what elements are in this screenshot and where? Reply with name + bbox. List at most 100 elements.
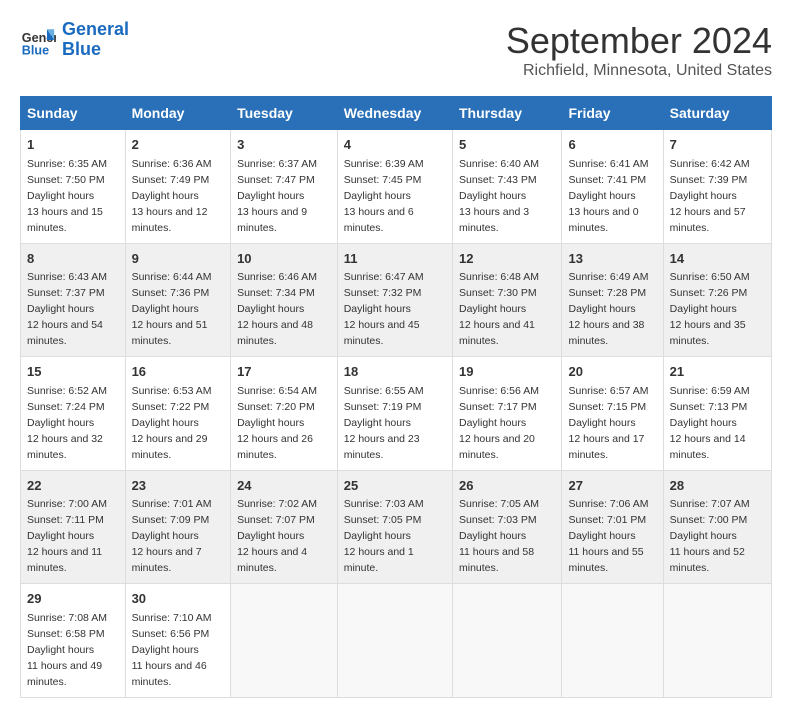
day-detail: Sunrise: 6:43 AMSunset: 7:37 PMDaylight … [27, 271, 107, 347]
day-number: 28 [670, 477, 765, 496]
header-wednesday: Wednesday [337, 97, 452, 130]
day-cell: 18 Sunrise: 6:55 AMSunset: 7:19 PMDaylig… [337, 357, 452, 471]
day-detail: Sunrise: 6:40 AMSunset: 7:43 PMDaylight … [459, 158, 539, 234]
day-detail: Sunrise: 6:41 AMSunset: 7:41 PMDaylight … [568, 158, 648, 234]
svg-text:Blue: Blue [22, 43, 49, 57]
day-number: 2 [132, 136, 225, 155]
week-row-4: 22 Sunrise: 7:00 AMSunset: 7:11 PMDaylig… [21, 470, 772, 584]
day-number: 6 [568, 136, 656, 155]
day-detail: Sunrise: 7:05 AMSunset: 7:03 PMDaylight … [459, 498, 539, 574]
day-cell: 25 Sunrise: 7:03 AMSunset: 7:05 PMDaylig… [337, 470, 452, 584]
day-detail: Sunrise: 7:02 AMSunset: 7:07 PMDaylight … [237, 498, 317, 574]
day-number: 27 [568, 477, 656, 496]
day-cell: 2 Sunrise: 6:36 AMSunset: 7:49 PMDayligh… [125, 130, 231, 244]
week-row-2: 8 Sunrise: 6:43 AMSunset: 7:37 PMDayligh… [21, 243, 772, 357]
day-number: 1 [27, 136, 119, 155]
day-cell: 16 Sunrise: 6:53 AMSunset: 7:22 PMDaylig… [125, 357, 231, 471]
day-number: 4 [344, 136, 446, 155]
day-number: 23 [132, 477, 225, 496]
day-cell: 12 Sunrise: 6:48 AMSunset: 7:30 PMDaylig… [452, 243, 562, 357]
week-row-1: 1 Sunrise: 6:35 AMSunset: 7:50 PMDayligh… [21, 130, 772, 244]
main-title: September 2024 [506, 20, 772, 62]
day-cell: 29 Sunrise: 7:08 AMSunset: 6:58 PMDaylig… [21, 584, 126, 698]
day-detail: Sunrise: 7:06 AMSunset: 7:01 PMDaylight … [568, 498, 648, 574]
day-detail: Sunrise: 6:53 AMSunset: 7:22 PMDaylight … [132, 385, 212, 461]
day-detail: Sunrise: 6:49 AMSunset: 7:28 PMDaylight … [568, 271, 648, 347]
day-detail: Sunrise: 6:56 AMSunset: 7:17 PMDaylight … [459, 385, 539, 461]
day-cell: 14 Sunrise: 6:50 AMSunset: 7:26 PMDaylig… [663, 243, 771, 357]
logo-icon: General Blue [20, 22, 56, 58]
day-detail: Sunrise: 6:39 AMSunset: 7:45 PMDaylight … [344, 158, 424, 234]
logo-text: General Blue [62, 20, 129, 60]
day-number: 20 [568, 363, 656, 382]
day-detail: Sunrise: 7:00 AMSunset: 7:11 PMDaylight … [27, 498, 107, 574]
header-monday: Monday [125, 97, 231, 130]
day-number: 12 [459, 250, 556, 269]
header-saturday: Saturday [663, 97, 771, 130]
day-cell: 27 Sunrise: 7:06 AMSunset: 7:01 PMDaylig… [562, 470, 663, 584]
day-cell: 10 Sunrise: 6:46 AMSunset: 7:34 PMDaylig… [231, 243, 338, 357]
day-number: 21 [670, 363, 765, 382]
day-cell: 15 Sunrise: 6:52 AMSunset: 7:24 PMDaylig… [21, 357, 126, 471]
day-detail: Sunrise: 6:44 AMSunset: 7:36 PMDaylight … [132, 271, 212, 347]
day-detail: Sunrise: 7:01 AMSunset: 7:09 PMDaylight … [132, 498, 212, 574]
day-cell: 26 Sunrise: 7:05 AMSunset: 7:03 PMDaylig… [452, 470, 562, 584]
day-detail: Sunrise: 7:03 AMSunset: 7:05 PMDaylight … [344, 498, 424, 574]
day-detail: Sunrise: 6:55 AMSunset: 7:19 PMDaylight … [344, 385, 424, 461]
day-number: 10 [237, 250, 331, 269]
day-cell: 1 Sunrise: 6:35 AMSunset: 7:50 PMDayligh… [21, 130, 126, 244]
day-cell: 5 Sunrise: 6:40 AMSunset: 7:43 PMDayligh… [452, 130, 562, 244]
day-cell: 30 Sunrise: 7:10 AMSunset: 6:56 PMDaylig… [125, 584, 231, 698]
day-number: 29 [27, 590, 119, 609]
day-cell [452, 584, 562, 698]
day-cell [337, 584, 452, 698]
day-detail: Sunrise: 6:57 AMSunset: 7:15 PMDaylight … [568, 385, 648, 461]
day-number: 8 [27, 250, 119, 269]
day-number: 24 [237, 477, 331, 496]
calendar-header-row: SundayMondayTuesdayWednesdayThursdayFrid… [21, 97, 772, 130]
day-detail: Sunrise: 6:37 AMSunset: 7:47 PMDaylight … [237, 158, 317, 234]
day-number: 25 [344, 477, 446, 496]
day-number: 7 [670, 136, 765, 155]
day-number: 14 [670, 250, 765, 269]
day-number: 3 [237, 136, 331, 155]
day-detail: Sunrise: 6:46 AMSunset: 7:34 PMDaylight … [237, 271, 317, 347]
day-cell: 17 Sunrise: 6:54 AMSunset: 7:20 PMDaylig… [231, 357, 338, 471]
day-cell: 11 Sunrise: 6:47 AMSunset: 7:32 PMDaylig… [337, 243, 452, 357]
day-cell: 24 Sunrise: 7:02 AMSunset: 7:07 PMDaylig… [231, 470, 338, 584]
day-detail: Sunrise: 7:08 AMSunset: 6:58 PMDaylight … [27, 612, 107, 688]
page-header: General Blue General Blue September 2024… [20, 20, 772, 80]
day-cell: 4 Sunrise: 6:39 AMSunset: 7:45 PMDayligh… [337, 130, 452, 244]
day-detail: Sunrise: 6:42 AMSunset: 7:39 PMDaylight … [670, 158, 750, 234]
day-cell: 28 Sunrise: 7:07 AMSunset: 7:00 PMDaylig… [663, 470, 771, 584]
day-number: 13 [568, 250, 656, 269]
day-cell: 3 Sunrise: 6:37 AMSunset: 7:47 PMDayligh… [231, 130, 338, 244]
day-number: 30 [132, 590, 225, 609]
day-detail: Sunrise: 6:52 AMSunset: 7:24 PMDaylight … [27, 385, 107, 461]
day-number: 22 [27, 477, 119, 496]
day-cell [231, 584, 338, 698]
day-detail: Sunrise: 6:47 AMSunset: 7:32 PMDaylight … [344, 271, 424, 347]
day-number: 18 [344, 363, 446, 382]
day-number: 19 [459, 363, 556, 382]
day-cell: 23 Sunrise: 7:01 AMSunset: 7:09 PMDaylig… [125, 470, 231, 584]
day-number: 5 [459, 136, 556, 155]
day-cell [562, 584, 663, 698]
day-number: 11 [344, 250, 446, 269]
subtitle: Richfield, Minnesota, United States [506, 62, 772, 80]
header-sunday: Sunday [21, 97, 126, 130]
day-cell: 9 Sunrise: 6:44 AMSunset: 7:36 PMDayligh… [125, 243, 231, 357]
day-cell: 21 Sunrise: 6:59 AMSunset: 7:13 PMDaylig… [663, 357, 771, 471]
day-detail: Sunrise: 6:35 AMSunset: 7:50 PMDaylight … [27, 158, 107, 234]
header-thursday: Thursday [452, 97, 562, 130]
logo-blue: Blue [62, 39, 101, 59]
day-cell: 13 Sunrise: 6:49 AMSunset: 7:28 PMDaylig… [562, 243, 663, 357]
day-number: 26 [459, 477, 556, 496]
week-row-3: 15 Sunrise: 6:52 AMSunset: 7:24 PMDaylig… [21, 357, 772, 471]
day-detail: Sunrise: 7:07 AMSunset: 7:00 PMDaylight … [670, 498, 750, 574]
day-detail: Sunrise: 6:59 AMSunset: 7:13 PMDaylight … [670, 385, 750, 461]
header-friday: Friday [562, 97, 663, 130]
day-number: 15 [27, 363, 119, 382]
day-number: 9 [132, 250, 225, 269]
day-cell: 8 Sunrise: 6:43 AMSunset: 7:37 PMDayligh… [21, 243, 126, 357]
